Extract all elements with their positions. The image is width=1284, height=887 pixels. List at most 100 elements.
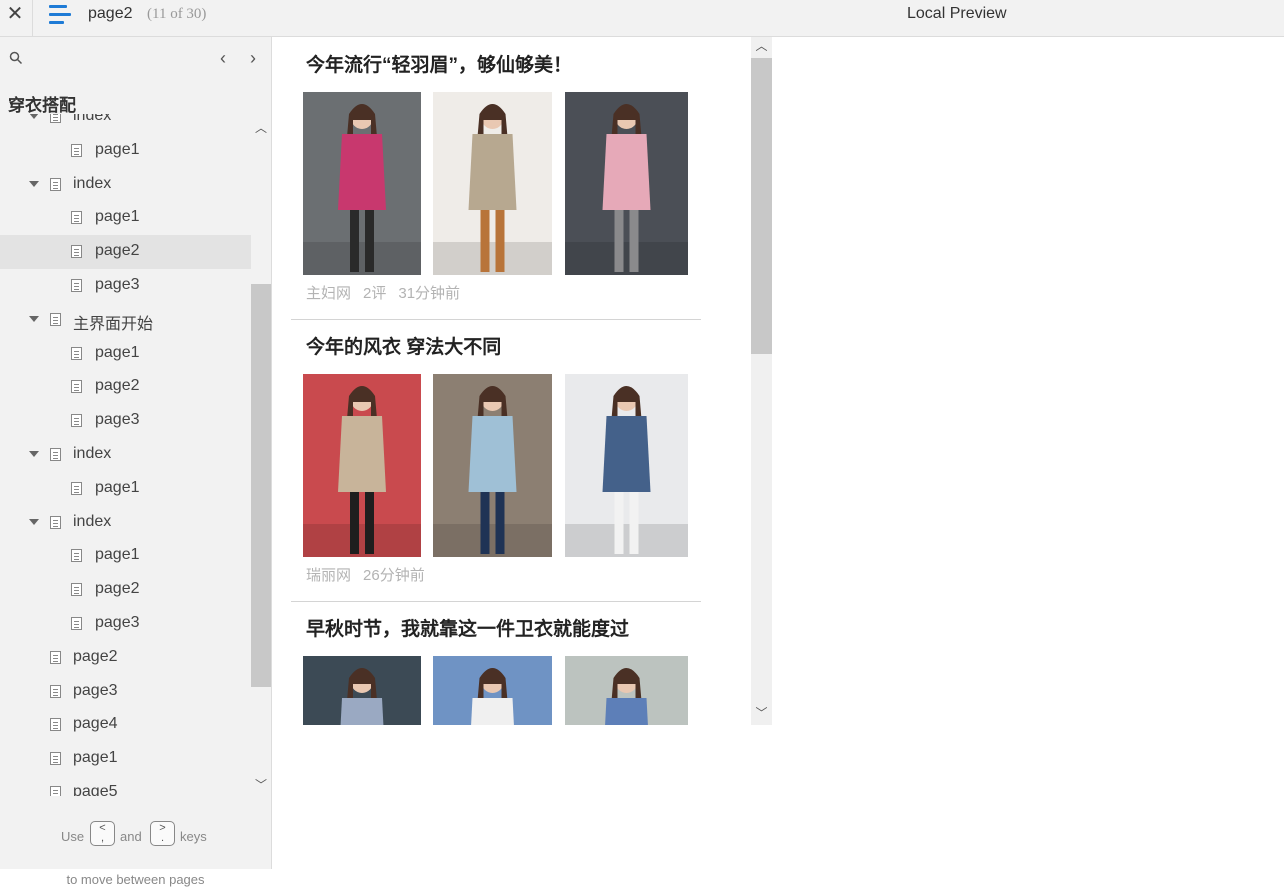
tree-item-label: page5 [73,782,118,796]
sitemap-tree: index page1 index page1 page2 page3 主界面开始 page1… [0,114,251,796]
red-wall-sweater-photo[interactable] [303,374,421,557]
close-button[interactable]: ✕ [0,0,30,30]
article-meta: 瑞丽网 26分钟前 [306,564,437,585]
page-doc-icon [71,616,82,630]
page-doc-icon [71,143,82,157]
tree-item-5[interactable]: page3 [0,269,251,303]
article-card[interactable]: 早秋时节，我就靠这一件卫衣就能度过 [291,601,701,725]
sitemap-sidebar: ‹ › 穿衣搭配 index page1 index page1 page2 page3 主… [0,37,272,887]
preview-scroll-thumb[interactable] [751,58,772,354]
page-doc-icon [50,752,61,766]
preview-scrollbar[interactable]: ︿ ﹀ [751,37,772,725]
tree-item-label: page4 [73,715,118,733]
expand-caret-icon[interactable] [29,518,39,525]
preview-scroll-up-icon[interactable]: ︿ [755,40,768,53]
meta-item: 26分钟前 [363,567,425,584]
article-title[interactable]: 今年流行“轻羽眉”，够仙够美！ [306,50,572,77]
tree-item-label: page2 [95,580,140,598]
tree-item-3[interactable]: page1 [0,201,251,235]
project-title: 穿衣搭配 [8,96,76,115]
tree-item-label: page2 [95,377,140,395]
plaid-shirt-photo[interactable] [433,92,552,275]
tree-item-10[interactable]: index [0,438,251,472]
page-doc-icon [50,114,61,123]
tree-item-2[interactable]: index [0,168,251,202]
page-doc-icon [50,684,61,698]
sea-girl-photo[interactable] [433,656,552,725]
sidebar-scroll-thumb[interactable] [251,284,271,687]
tree-item-label: page3 [95,275,140,293]
expand-caret-icon[interactable] [29,114,39,119]
tree-item-14[interactable]: page2 [0,573,251,607]
tree-item-20[interactable]: page5 [0,776,251,796]
tree-item-15[interactable]: page3 [0,607,251,641]
tree-item-8[interactable]: page2 [0,370,251,404]
tree-item-label: page1 [95,343,140,361]
meta-item: 瑞丽网 [306,567,352,584]
expand-caret-icon[interactable] [29,180,39,187]
tree-item-label: page1 [73,749,118,767]
preview-scroll-down-icon[interactable]: ﹀ [755,707,768,720]
expand-caret-icon[interactable] [29,315,39,322]
page-doc-icon [50,312,61,326]
hint-use: Use [61,829,85,844]
pink-dress-photo[interactable] [303,92,421,275]
tree-item-label: page3 [95,411,140,429]
article-meta: 主妇网 2评 31分钟前 [306,282,472,303]
expand-caret-icon[interactable] [29,450,39,457]
scroll-down-icon[interactable]: ﹀ [255,779,267,791]
tree-item-label: 主界面开始 [73,315,154,333]
sidebar-scrollbar[interactable]: ︿ ﹀ [251,114,271,796]
tree-item-label: page1 [95,546,140,564]
meta-item: 主妇网 [306,285,352,302]
article-card[interactable]: 今年的风衣 穿法大不同瑞丽网 26分钟前 [291,319,701,602]
article-title[interactable]: 早秋时节，我就靠这一件卫衣就能度过 [306,614,629,641]
topbar-divider [32,0,33,36]
tree-item-9[interactable]: page3 [0,404,251,438]
search-icon[interactable] [9,51,23,65]
page-doc-icon [50,650,61,664]
scroll-up-icon[interactable]: ︿ [255,122,267,134]
tree-item-label: page1 [95,140,140,158]
previous-page-button[interactable]: ‹ [214,47,232,69]
next-page-button[interactable]: › [244,47,262,69]
tree-item-7[interactable]: page1 [0,337,251,371]
tree-item-4[interactable]: page2 [0,235,251,269]
tree-item-1[interactable]: page1 [0,134,251,168]
tree-item-13[interactable]: page1 [0,539,251,573]
blue-denim-jacket-photo[interactable] [565,374,688,557]
page-preview: 今年流行“轻羽眉”，够仙够美！ 主妇网 2评 31分钟前今年的风衣 穿法大不同瑞丽网 2… [272,37,772,725]
article-card[interactable]: 今年流行“轻羽眉”，够仙够美！ 主妇网 2评 31分钟前 [291,37,701,320]
tree-item-label: index [73,174,112,192]
preview-title: Local Preview [907,5,1007,22]
tree-item-label: page1 [95,208,140,226]
tree-item-label: index [73,444,112,462]
hint-keys: keys [180,829,207,844]
hat-girl-street-photo[interactable] [303,656,421,725]
hamburger-menu-icon[interactable] [49,5,73,25]
tree-item-17[interactable]: page3 [0,675,251,709]
tree-item-label: page2 [95,242,140,260]
page-doc-icon [50,177,61,191]
tree-item-label: index [73,512,112,530]
top-bar: ✕ page2 (11 of 30) Local Preview [0,0,1284,37]
page-doc-icon [50,785,61,796]
tree-item-12[interactable]: index [0,506,251,540]
tree-item-6[interactable]: 主界面开始 [0,303,251,337]
page-doc-icon [71,380,82,394]
page-doc-icon [71,278,82,292]
pink-cardigan-photo[interactable] [565,92,688,275]
article-title[interactable]: 今年的风衣 穿法大不同 [306,332,501,359]
tree-item-label: page3 [95,613,140,631]
tree-item-11[interactable]: page1 [0,472,251,506]
denim-jacket-photo[interactable] [433,374,552,557]
tree-item-label: page1 [95,478,140,496]
tree-item-0[interactable]: index [0,114,251,134]
tree-item-19[interactable]: page1 [0,742,251,776]
tree-item-label: page2 [73,647,118,665]
tree-item-18[interactable]: page4 [0,708,251,742]
stairs-hat-girl-photo[interactable] [565,656,688,725]
prev-key-icon: < , [90,821,115,846]
tree-item-16[interactable]: page2 [0,641,251,675]
tree-item-label: page3 [73,681,118,699]
